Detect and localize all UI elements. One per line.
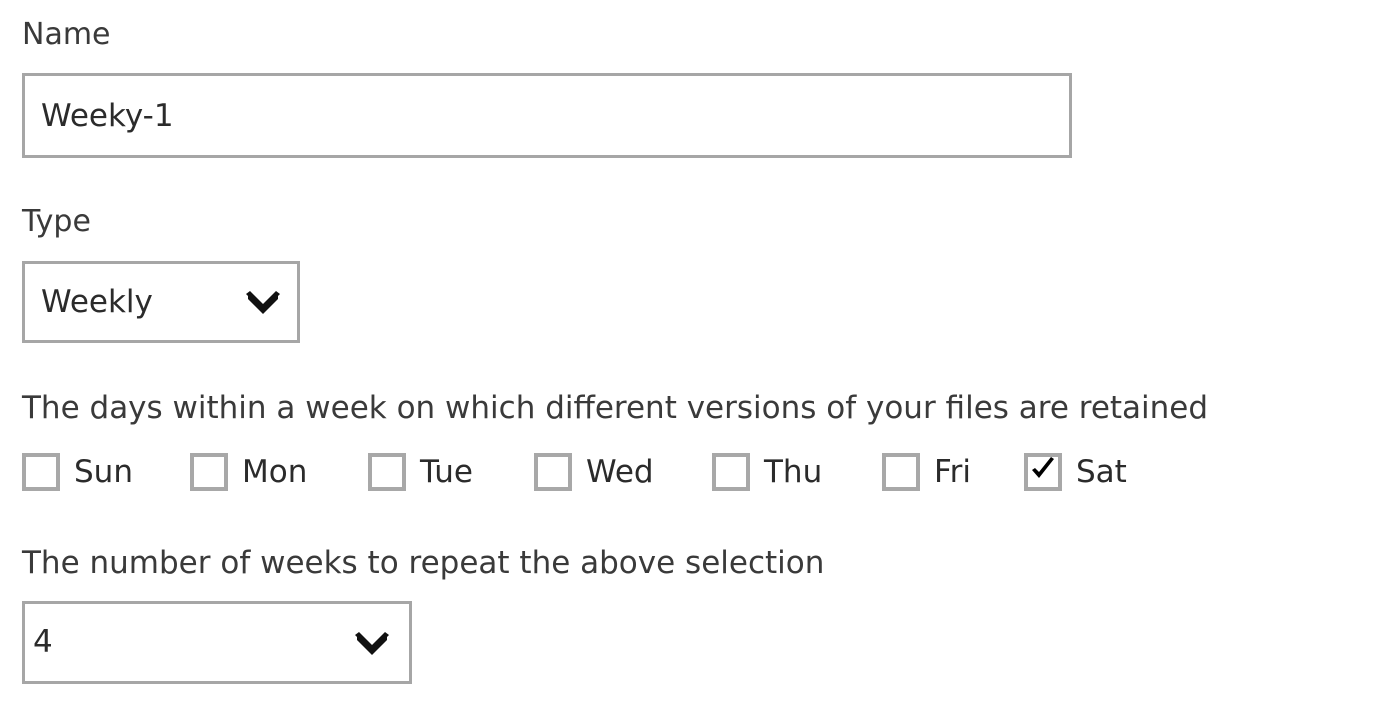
day-checkbox-tue[interactable]: Tue bbox=[368, 450, 473, 494]
check-icon bbox=[1030, 456, 1056, 484]
checkbox-box-tue[interactable] bbox=[368, 453, 406, 491]
day-label-wed: Wed bbox=[586, 454, 654, 490]
checkbox-box-sun[interactable] bbox=[22, 453, 60, 491]
backup-schedule-form: Name Type Weekly The days within a week … bbox=[0, 0, 1398, 720]
day-label-thu: Thu bbox=[764, 454, 823, 490]
chevron-down-icon bbox=[243, 291, 283, 317]
day-label-sun: Sun bbox=[74, 454, 133, 490]
type-field-label: Type bbox=[22, 204, 91, 239]
day-label-mon: Mon bbox=[242, 454, 308, 490]
weeks-select[interactable]: 4 bbox=[22, 601, 412, 684]
day-label-sat: Sat bbox=[1076, 454, 1127, 490]
day-label-fri: Fri bbox=[934, 454, 971, 490]
days-description: The days within a week on which differen… bbox=[22, 390, 1209, 426]
day-checkbox-fri[interactable]: Fri bbox=[882, 450, 971, 494]
checkbox-box-thu[interactable] bbox=[712, 453, 750, 491]
checkbox-box-fri[interactable] bbox=[882, 453, 920, 491]
chevron-down-icon bbox=[352, 632, 392, 658]
weeks-description: The number of weeks to repeat the above … bbox=[22, 545, 825, 581]
checkbox-box-mon[interactable] bbox=[190, 453, 228, 491]
weeks-select-value: 4 bbox=[33, 624, 53, 660]
day-checkbox-sun[interactable]: Sun bbox=[22, 450, 133, 494]
day-checkbox-sat[interactable]: Sat bbox=[1024, 450, 1127, 494]
day-label-tue: Tue bbox=[420, 454, 473, 490]
type-select-value: Weekly bbox=[41, 283, 153, 320]
day-checkbox-mon[interactable]: Mon bbox=[190, 450, 307, 494]
day-checkbox-thu[interactable]: Thu bbox=[712, 450, 822, 494]
name-input[interactable] bbox=[22, 73, 1072, 158]
type-select[interactable]: Weekly bbox=[22, 261, 300, 343]
days-checkbox-row: Sun Mon Tue Wed Thu Fri Sat bbox=[22, 450, 1372, 494]
name-field-label: Name bbox=[22, 17, 111, 52]
checkbox-box-sat[interactable] bbox=[1024, 453, 1062, 491]
checkbox-box-wed[interactable] bbox=[534, 453, 572, 491]
day-checkbox-wed[interactable]: Wed bbox=[534, 450, 654, 494]
